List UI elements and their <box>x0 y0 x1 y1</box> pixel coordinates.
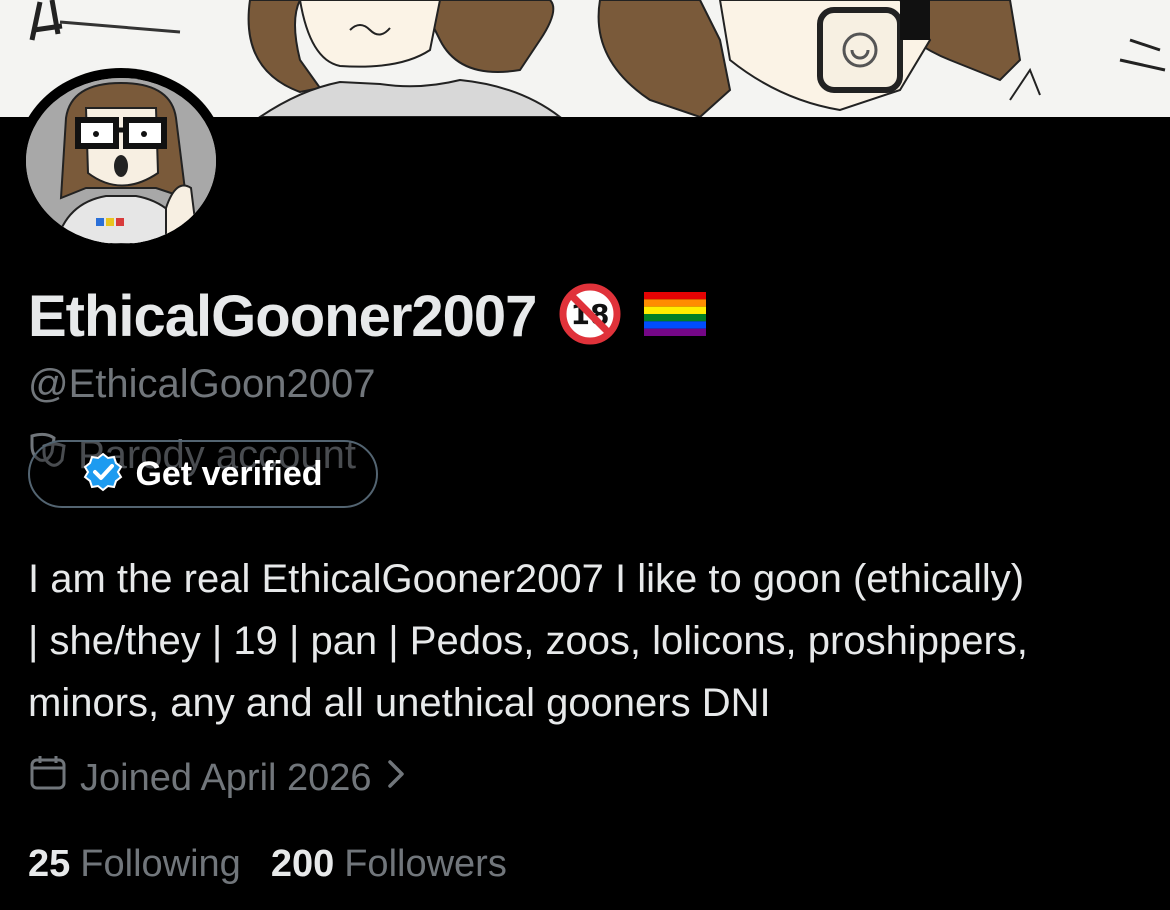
following-label: Following <box>80 842 241 885</box>
followers-stat[interactable]: 200 Followers <box>271 843 507 886</box>
following-count: 25 <box>28 842 71 885</box>
profile-handle: @EthicalGoon2007 <box>28 362 376 406</box>
get-verified-button[interactable]: Get verified <box>28 440 378 508</box>
joined-date-row[interactable]: Joined April 2026 <box>28 752 408 804</box>
following-stat[interactable]: 25 Following <box>28 843 241 886</box>
followers-label: Followers <box>344 842 507 885</box>
avatar-illustration <box>26 78 216 244</box>
verified-badge-icon <box>83 452 123 497</box>
avatar-frame[interactable] <box>16 68 226 254</box>
followers-count: 200 <box>270 842 335 885</box>
bio-line: | she/they | 19 | pan | Pedos, zoos, lol… <box>28 619 1028 663</box>
profile-bio: I am the real EthicalGooner2007 I like t… <box>28 548 1148 734</box>
rainbow-flag-icon <box>644 291 707 341</box>
bio-line: I am the real EthicalGooner2007 I like t… <box>28 557 1025 601</box>
name-row: EthicalGooner2007 18 <box>28 276 707 356</box>
joined-date: Joined April 2026 <box>80 756 372 799</box>
display-name: EthicalGooner2007 <box>28 283 537 349</box>
bio-line: minors, any and all unethical gooners DN… <box>28 681 771 725</box>
get-verified-label: Get verified <box>135 454 323 493</box>
follow-stats: 25 Following 200 Followers <box>28 838 507 890</box>
avatar[interactable] <box>26 78 216 244</box>
calendar-icon <box>28 753 68 803</box>
no-under-18-icon: 18 <box>558 282 622 351</box>
chevron-right-icon <box>384 757 408 800</box>
